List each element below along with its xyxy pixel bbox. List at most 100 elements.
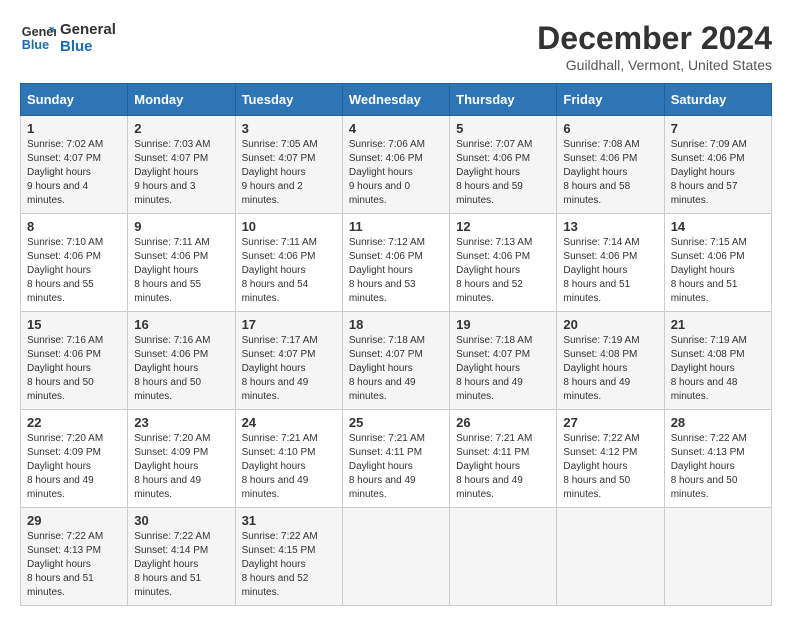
sunrise-label: Sunrise: 7:02 AM: [27, 139, 103, 150]
header-sunday: Sunday: [21, 84, 128, 116]
day-number: 31: [242, 513, 336, 528]
daylight-label: Daylight hours: [349, 167, 413, 178]
sunset-label: Sunset: 4:06 PM: [134, 349, 208, 360]
sunrise-label: Sunrise: 7:21 AM: [456, 433, 532, 444]
daylight-value: 8 hours and 59 minutes.: [456, 181, 523, 206]
daylight-label: Daylight hours: [27, 461, 91, 472]
day-number: 23: [134, 415, 228, 430]
day-cell: 25 Sunrise: 7:21 AM Sunset: 4:11 PM Dayl…: [342, 410, 449, 508]
day-number: 25: [349, 415, 443, 430]
day-info: Sunrise: 7:21 AM Sunset: 4:11 PM Dayligh…: [456, 432, 550, 502]
daylight-value: 8 hours and 53 minutes.: [349, 279, 416, 304]
day-info: Sunrise: 7:13 AM Sunset: 4:06 PM Dayligh…: [456, 236, 550, 306]
sunrise-label: Sunrise: 7:10 AM: [27, 237, 103, 248]
daylight-label: Daylight hours: [242, 461, 306, 472]
daylight-value: 8 hours and 57 minutes.: [671, 181, 738, 206]
day-info: Sunrise: 7:10 AM Sunset: 4:06 PM Dayligh…: [27, 236, 121, 306]
day-cell: 16 Sunrise: 7:16 AM Sunset: 4:06 PM Dayl…: [128, 312, 235, 410]
day-number: 15: [27, 317, 121, 332]
daylight-value: 8 hours and 50 minutes.: [563, 475, 630, 500]
sunrise-label: Sunrise: 7:03 AM: [134, 139, 210, 150]
day-cell: 24 Sunrise: 7:21 AM Sunset: 4:10 PM Dayl…: [235, 410, 342, 508]
day-cell: 18 Sunrise: 7:18 AM Sunset: 4:07 PM Dayl…: [342, 312, 449, 410]
day-info: Sunrise: 7:17 AM Sunset: 4:07 PM Dayligh…: [242, 334, 336, 404]
daylight-value: 8 hours and 49 minutes.: [349, 475, 416, 500]
daylight-value: 8 hours and 49 minutes.: [242, 377, 309, 402]
day-info: Sunrise: 7:09 AM Sunset: 4:06 PM Dayligh…: [671, 138, 765, 208]
daylight-label: Daylight hours: [242, 559, 306, 570]
daylight-label: Daylight hours: [27, 167, 91, 178]
day-number: 16: [134, 317, 228, 332]
daylight-label: Daylight hours: [563, 167, 627, 178]
day-info: Sunrise: 7:12 AM Sunset: 4:06 PM Dayligh…: [349, 236, 443, 306]
sunset-label: Sunset: 4:06 PM: [27, 251, 101, 262]
svg-text:Blue: Blue: [22, 38, 49, 52]
header-monday: Monday: [128, 84, 235, 116]
sunrise-label: Sunrise: 7:18 AM: [456, 335, 532, 346]
week-row-1: 1 Sunrise: 7:02 AM Sunset: 4:07 PM Dayli…: [21, 116, 772, 214]
sunset-label: Sunset: 4:06 PM: [27, 349, 101, 360]
day-cell: 8 Sunrise: 7:10 AM Sunset: 4:06 PM Dayli…: [21, 214, 128, 312]
day-info: Sunrise: 7:11 AM Sunset: 4:06 PM Dayligh…: [134, 236, 228, 306]
sunset-label: Sunset: 4:13 PM: [671, 447, 745, 458]
sunset-label: Sunset: 4:06 PM: [349, 153, 423, 164]
day-cell: 7 Sunrise: 7:09 AM Sunset: 4:06 PM Dayli…: [664, 116, 771, 214]
logo: General Blue General Blue: [20, 20, 116, 56]
day-number: 14: [671, 219, 765, 234]
sunset-label: Sunset: 4:15 PM: [242, 545, 316, 556]
sunset-label: Sunset: 4:06 PM: [456, 251, 530, 262]
day-info: Sunrise: 7:06 AM Sunset: 4:06 PM Dayligh…: [349, 138, 443, 208]
sunrise-label: Sunrise: 7:22 AM: [27, 531, 103, 542]
day-number: 5: [456, 121, 550, 136]
sunset-label: Sunset: 4:11 PM: [349, 447, 422, 458]
daylight-value: 8 hours and 51 minutes.: [134, 573, 201, 598]
day-info: Sunrise: 7:03 AM Sunset: 4:07 PM Dayligh…: [134, 138, 228, 208]
day-number: 11: [349, 219, 443, 234]
sunset-label: Sunset: 4:06 PM: [134, 251, 208, 262]
daylight-label: Daylight hours: [242, 167, 306, 178]
day-cell: 10 Sunrise: 7:11 AM Sunset: 4:06 PM Dayl…: [235, 214, 342, 312]
day-cell: 22 Sunrise: 7:20 AM Sunset: 4:09 PM Dayl…: [21, 410, 128, 508]
sunrise-label: Sunrise: 7:16 AM: [134, 335, 210, 346]
sunrise-label: Sunrise: 7:11 AM: [134, 237, 209, 248]
sunset-label: Sunset: 4:07 PM: [242, 153, 316, 164]
daylight-value: 9 hours and 2 minutes.: [242, 181, 303, 206]
sunrise-label: Sunrise: 7:22 AM: [671, 433, 747, 444]
sunrise-label: Sunrise: 7:15 AM: [671, 237, 747, 248]
day-info: Sunrise: 7:05 AM Sunset: 4:07 PM Dayligh…: [242, 138, 336, 208]
day-cell: 2 Sunrise: 7:03 AM Sunset: 4:07 PM Dayli…: [128, 116, 235, 214]
sunrise-label: Sunrise: 7:21 AM: [349, 433, 425, 444]
day-number: 1: [27, 121, 121, 136]
day-info: Sunrise: 7:18 AM Sunset: 4:07 PM Dayligh…: [456, 334, 550, 404]
day-info: Sunrise: 7:15 AM Sunset: 4:06 PM Dayligh…: [671, 236, 765, 306]
daylight-value: 8 hours and 50 minutes.: [27, 377, 94, 402]
sunrise-label: Sunrise: 7:12 AM: [349, 237, 425, 248]
day-cell: 30 Sunrise: 7:22 AM Sunset: 4:14 PM Dayl…: [128, 508, 235, 606]
sunrise-label: Sunrise: 7:19 AM: [563, 335, 639, 346]
sunrise-label: Sunrise: 7:22 AM: [242, 531, 318, 542]
day-cell: 31 Sunrise: 7:22 AM Sunset: 4:15 PM Dayl…: [235, 508, 342, 606]
day-info: Sunrise: 7:16 AM Sunset: 4:06 PM Dayligh…: [134, 334, 228, 404]
daylight-value: 8 hours and 49 minutes.: [563, 377, 630, 402]
sunrise-label: Sunrise: 7:21 AM: [242, 433, 318, 444]
header-saturday: Saturday: [664, 84, 771, 116]
daylight-label: Daylight hours: [349, 363, 413, 374]
daylight-value: 8 hours and 52 minutes.: [456, 279, 523, 304]
sunset-label: Sunset: 4:09 PM: [27, 447, 101, 458]
day-number: 17: [242, 317, 336, 332]
day-cell: 14 Sunrise: 7:15 AM Sunset: 4:06 PM Dayl…: [664, 214, 771, 312]
sunset-label: Sunset: 4:06 PM: [349, 251, 423, 262]
day-info: Sunrise: 7:22 AM Sunset: 4:13 PM Dayligh…: [671, 432, 765, 502]
sunset-label: Sunset: 4:12 PM: [563, 447, 637, 458]
day-number: 20: [563, 317, 657, 332]
day-info: Sunrise: 7:22 AM Sunset: 4:12 PM Dayligh…: [563, 432, 657, 502]
daylight-value: 8 hours and 49 minutes.: [27, 475, 94, 500]
day-number: 21: [671, 317, 765, 332]
sunrise-label: Sunrise: 7:22 AM: [563, 433, 639, 444]
daylight-value: 8 hours and 51 minutes.: [27, 573, 94, 598]
daylight-label: Daylight hours: [563, 461, 627, 472]
daylight-label: Daylight hours: [27, 265, 91, 276]
daylight-value: 8 hours and 50 minutes.: [671, 475, 738, 500]
day-number: 2: [134, 121, 228, 136]
day-number: 12: [456, 219, 550, 234]
